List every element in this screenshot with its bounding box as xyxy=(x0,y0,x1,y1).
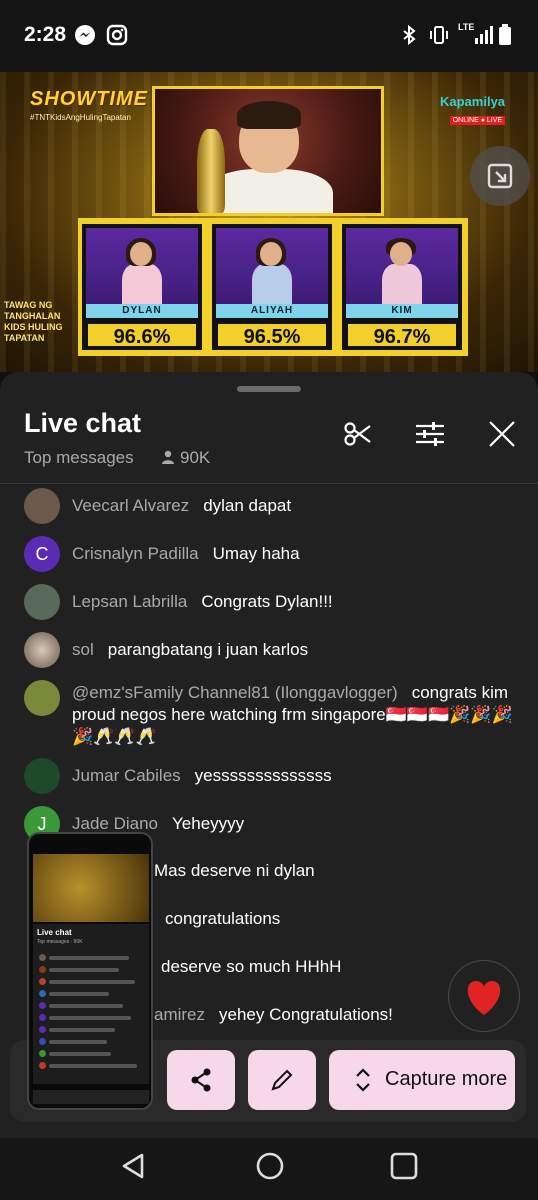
messenger-icon xyxy=(74,24,96,46)
winner-frame xyxy=(152,86,384,216)
author-name: Jumar Cabiles xyxy=(72,766,181,785)
picture-in-picture-button[interactable] xyxy=(470,146,530,206)
capture-more-label: Capture more xyxy=(385,1068,508,1090)
message-text: congratulations xyxy=(165,909,281,928)
show-logo: SHOWTIME #TNTKidsAngHulingTapatan xyxy=(30,88,148,122)
instagram-icon xyxy=(106,24,128,46)
avatar xyxy=(24,680,60,716)
message-text: Umay haha xyxy=(212,544,300,563)
battery-icon xyxy=(498,24,520,46)
avatar xyxy=(24,632,60,668)
lte-signal-icon xyxy=(472,24,494,46)
back-icon xyxy=(122,1153,144,1179)
contestant-score: 96.6% xyxy=(86,322,198,348)
contestant-name: DYLAN xyxy=(86,304,198,318)
contestant-score: 96.7% xyxy=(346,322,458,348)
avatar xyxy=(24,758,60,794)
close-chat-button[interactable] xyxy=(484,416,520,452)
drag-handle[interactable] xyxy=(237,386,301,392)
message-text: Congrats Dylan!!! xyxy=(201,592,333,611)
share-icon xyxy=(191,1068,211,1092)
sliders-icon xyxy=(416,422,444,446)
video-player[interactable]: SHOWTIME #TNTKidsAngHulingTapatan Kapami… xyxy=(0,72,538,372)
share-button[interactable] xyxy=(167,1050,235,1110)
author-name: @emz'sFamily Channel81 (Ilonggavlogger) xyxy=(72,683,398,702)
recents-button[interactable] xyxy=(388,1150,420,1187)
avatar xyxy=(24,488,60,524)
contestant-card-aliyah: ALIYAH 96.5% xyxy=(212,224,332,350)
clip-scissors-button[interactable] xyxy=(340,416,376,452)
contestant-card-kim: KIM 96.7% xyxy=(342,224,462,350)
contestant-card-dylan: DYLAN 96.6% xyxy=(82,224,202,350)
vibrate-icon xyxy=(428,24,450,46)
person-icon xyxy=(162,450,174,464)
clock: 2:28 xyxy=(24,23,67,46)
contestant-name: KIM xyxy=(346,304,458,318)
author-name: Crisnalyn Padilla xyxy=(72,544,199,563)
avatar xyxy=(24,584,60,620)
recents-icon xyxy=(390,1152,418,1180)
author-name: Lepsan Labrilla xyxy=(72,592,188,611)
thumbnail-subtitle: Top messages · 90K xyxy=(37,939,83,945)
heart-icon xyxy=(467,981,501,1015)
thumbnail-title: Live chat xyxy=(37,928,72,937)
home-icon xyxy=(256,1152,284,1180)
message-text: yehey Congratulations! xyxy=(219,1005,393,1024)
message-text: parangbatang i juan karlos xyxy=(107,640,309,659)
side-logo: TAWAG NG TANGHALAN KIDS HULING TAPATAN xyxy=(4,300,63,343)
chat-title: Live chat xyxy=(24,408,142,438)
message-text: dylan dapat xyxy=(203,496,292,515)
viewer-count: 90K xyxy=(160,448,210,468)
message-text: Mas deserve ni dylan xyxy=(154,861,315,880)
status-bar: 2:28 LTE xyxy=(0,0,538,72)
message-text: yessssssssssssss xyxy=(194,766,332,785)
contestant-name: ALIYAH xyxy=(216,304,328,318)
expand-vertical-icon xyxy=(356,1068,370,1092)
navigation-bar xyxy=(0,1138,538,1200)
screenshot-thumbnail[interactable]: Live chat Top messages · 90K xyxy=(27,832,153,1110)
message-text: deserve so much HHhH xyxy=(161,957,342,976)
author-name: Veecarl Alvarez xyxy=(72,496,190,515)
contestant-score: 96.5% xyxy=(216,322,328,348)
bluetooth-icon xyxy=(398,24,420,46)
edit-button[interactable] xyxy=(248,1050,316,1110)
home-button[interactable] xyxy=(254,1150,286,1187)
trophy-image xyxy=(197,129,225,213)
capture-more-button[interactable]: Capture more xyxy=(329,1050,515,1110)
back-button[interactable] xyxy=(118,1150,150,1187)
header-divider xyxy=(0,483,538,484)
pencil-icon xyxy=(271,1069,293,1091)
chat-settings-button[interactable] xyxy=(412,416,448,452)
reaction-heart-button[interactable] xyxy=(448,960,520,1032)
scoreboard: DYLAN 96.6% ALIYAH 96.5% KIM 96.7% xyxy=(78,218,468,356)
message-text: Yeheyyyy xyxy=(172,814,245,833)
channel-logo: Kapamilya ONLINE ● LIVE xyxy=(440,94,506,125)
author-name: Jade Diano xyxy=(72,814,159,833)
chat-mode-selector[interactable]: Top messages xyxy=(24,448,134,468)
author-name: amirez xyxy=(154,1005,206,1024)
scissors-icon xyxy=(344,422,371,446)
author-name: sol xyxy=(72,640,94,659)
close-icon xyxy=(489,421,515,447)
pip-icon xyxy=(487,163,513,189)
avatar: C xyxy=(24,536,60,572)
